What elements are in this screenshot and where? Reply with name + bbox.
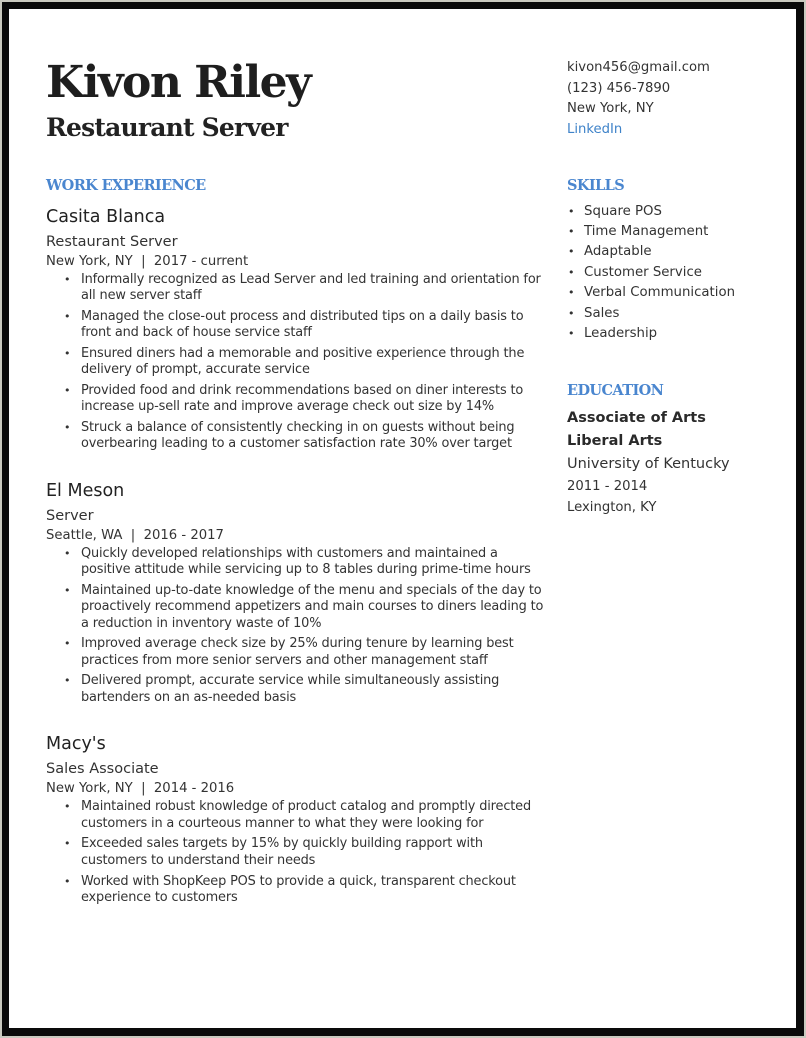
job-bullets: Maintained robust knowledge of product c… — [46, 799, 551, 906]
section-heading-skills: SKILLS — [567, 177, 625, 194]
job-bullets: Informally recognized as Lead Server and… — [46, 272, 551, 453]
section-heading-work: WORK EXPERIENCE — [46, 177, 206, 194]
job-location: New York, NY — [46, 781, 133, 797]
job-company: Macy's — [46, 734, 106, 755]
contact-block: kivon456@gmail.com (123) 456-7890 New Yo… — [567, 58, 710, 140]
skills-section: SKILLS Square POS Time Management Adapta… — [567, 177, 787, 345]
job-location: New York, NY — [46, 253, 133, 269]
job-company: Casita Blanca — [46, 206, 166, 227]
job-bullet: Improved average check size by 25% durin… — [64, 636, 551, 669]
job-role: Server — [46, 507, 94, 524]
contact-email[interactable]: kivon456@gmail.com — [567, 58, 710, 79]
job-dates: 2014 - 2016 — [153, 781, 235, 797]
section-heading-education: EDUCATION — [567, 382, 664, 400]
skill-item: Verbal Communication — [568, 283, 787, 304]
job-role: Sales Associate — [46, 761, 159, 778]
education-major: Liberal Arts — [567, 432, 663, 449]
job-bullet: Exceeded sales targets by 15% by quickly… — [64, 836, 551, 869]
job-dates: 2016 - 2017 — [143, 527, 224, 543]
skills-list: Square POS Time Management Adaptable Cus… — [567, 202, 787, 345]
candidate-title: Restaurant Server — [46, 113, 288, 142]
job-bullets: Quickly developed relationships with cus… — [46, 546, 551, 707]
contact-location: New York, NY — [567, 101, 654, 116]
education-location: Lexington, KY — [567, 499, 657, 515]
job-meta: New York, NY | 2014 - 2016 — [46, 781, 235, 797]
job-bullet: Provided food and drink recommendations … — [64, 383, 551, 416]
skill-item: Square POS — [568, 202, 787, 223]
job-bullet: Managed the close-out process and distri… — [64, 309, 551, 342]
education-dates: 2011 - 2014 — [567, 478, 648, 494]
education-school: University of Kentucky — [567, 455, 730, 472]
job-entry: Casita Blanca Restaurant Server New York… — [46, 206, 551, 453]
job-bullet: Delivered prompt, accurate service while… — [64, 673, 551, 706]
job-bullet: Ensured diners had a memorable and posit… — [64, 346, 551, 379]
job-meta: Seattle, WA | 2016 - 2017 — [46, 527, 224, 543]
job-dates: 2017 - current — [153, 253, 249, 269]
sidebar: SKILLS Square POS Time Management Adapta… — [567, 177, 787, 518]
job-bullet: Worked with ShopKeep POS to provide a qu… — [64, 874, 551, 907]
skill-item: Adaptable — [568, 242, 787, 263]
job-entry: Macy's Sales Associate New York, NY | 20… — [46, 733, 551, 906]
work-experience-section: WORK EXPERIENCE Casita Blanca Restaurant… — [46, 177, 551, 911]
job-bullet: Maintained robust knowledge of product c… — [64, 799, 551, 832]
job-location: Seattle, WA — [46, 527, 123, 543]
skill-item: Time Management — [568, 222, 787, 243]
job-bullet: Informally recognized as Lead Server and… — [64, 272, 551, 305]
contact-phone: (123) 456-7890 — [567, 80, 671, 96]
skill-item: Leadership — [568, 324, 787, 345]
candidate-name: Kivon Riley — [46, 57, 312, 108]
education-degree: Associate of Arts — [567, 409, 706, 426]
linkedin-link[interactable]: LinkedIn — [567, 120, 710, 141]
job-meta: New York, NY | 2017 - current — [46, 253, 249, 269]
job-bullet: Maintained up-to-date knowledge of the m… — [64, 583, 551, 632]
job-role: Restaurant Server — [46, 233, 178, 250]
job-entry: El Meson Server Seattle, WA | 2016 - 201… — [46, 480, 551, 707]
skill-item: Sales — [568, 304, 787, 325]
education-section: EDUCATION Associate of Arts Liberal Arts… — [567, 384, 787, 518]
job-company: El Meson — [46, 480, 125, 501]
resume-page: Kivon Riley Restaurant Server kivon456@g… — [9, 9, 796, 1028]
job-bullet: Quickly developed relationships with cus… — [64, 546, 551, 579]
skill-item: Customer Service — [568, 263, 787, 284]
job-bullet: Struck a balance of consistently checkin… — [64, 420, 551, 453]
